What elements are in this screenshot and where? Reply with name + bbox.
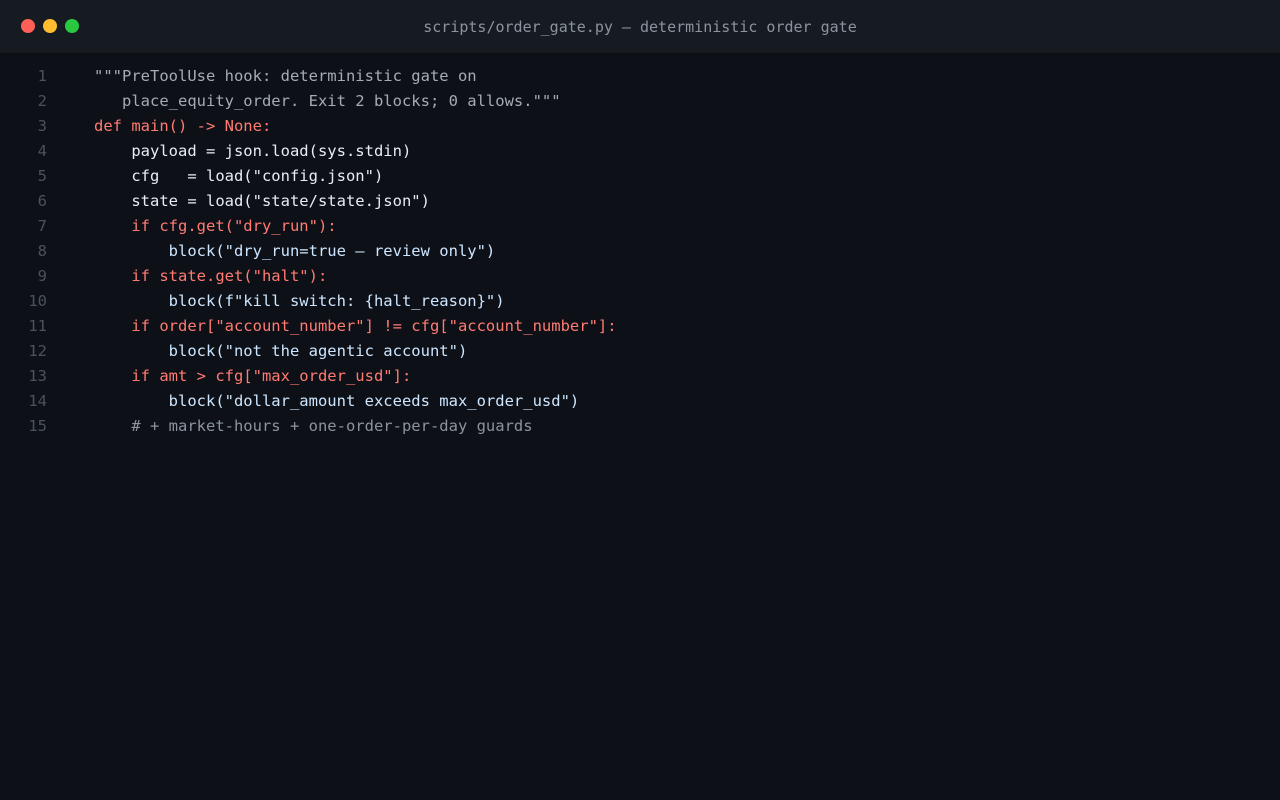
code-line[interactable]: 2 place_equity_order. Exit 2 blocks; 0 a…	[0, 89, 1280, 114]
window-title: scripts/order_gate.py — deterministic or…	[423, 18, 857, 36]
line-number: 13	[28, 367, 47, 385]
code-text: cfg = load("config.json")	[94, 167, 384, 185]
code-text: if cfg.get("dry_run"):	[94, 217, 337, 235]
code-text: if state.get("halt"):	[94, 267, 328, 285]
code-line[interactable]: 3 def main() -> None:	[0, 114, 1280, 139]
code-line[interactable]: 14 block("dollar_amount exceeds max_orde…	[0, 389, 1280, 414]
line-number: 9	[37, 267, 47, 285]
code-text: """PreToolUse hook: deterministic gate o…	[94, 67, 477, 85]
code-line[interactable]: 11 if order["account_number"] != cfg["ac…	[0, 314, 1280, 339]
code-line[interactable]: 8 block("dry_run=true — review only")	[0, 239, 1280, 264]
code-line[interactable]: 7 if cfg.get("dry_run"):	[0, 214, 1280, 239]
line-number: 10	[28, 292, 47, 310]
line-number: 8	[37, 242, 47, 260]
code-text: block(f"kill switch: {halt_reason}")	[94, 292, 505, 310]
title-bar: scripts/order_gate.py — deterministic or…	[0, 0, 1280, 54]
code-text: block("not the agentic account")	[94, 342, 468, 360]
code-line[interactable]: 13 if amt > cfg["max_order_usd"]:	[0, 364, 1280, 389]
code-text: state = load("state/state.json")	[94, 192, 430, 210]
line-number: 11	[28, 317, 47, 335]
code-line[interactable]: 4 payload = json.load(sys.stdin)	[0, 139, 1280, 164]
code-line[interactable]: 9 if state.get("halt"):	[0, 264, 1280, 289]
code-text: block("dry_run=true — review only")	[94, 242, 496, 260]
line-number: 5	[37, 167, 47, 185]
line-number: 14	[28, 392, 47, 410]
code-text: # + market-hours + one-order-per-day gua…	[94, 417, 533, 435]
line-number: 12	[28, 342, 47, 360]
code-line[interactable]: 10 block(f"kill switch: {halt_reason}")	[0, 289, 1280, 314]
code-text: if order["account_number"] != cfg["accou…	[94, 317, 617, 335]
code-line[interactable]: 6 state = load("state/state.json")	[0, 189, 1280, 214]
code-text: if amt > cfg["max_order_usd"]:	[94, 367, 412, 385]
code-line[interactable]: 5 cfg = load("config.json")	[0, 164, 1280, 189]
line-number: 7	[37, 217, 47, 235]
code-line[interactable]: 15 # + market-hours + one-order-per-day …	[0, 414, 1280, 439]
code-text: def main() -> None:	[94, 117, 272, 135]
code-line[interactable]: 12 block("not the agentic account")	[0, 339, 1280, 364]
line-number: 15	[28, 417, 47, 435]
code-text: place_equity_order. Exit 2 blocks; 0 all…	[94, 92, 561, 110]
code-text: payload = json.load(sys.stdin)	[94, 142, 412, 160]
code-editor[interactable]: 1 """PreToolUse hook: deterministic gate …	[0, 64, 1280, 439]
line-number: 6	[37, 192, 47, 210]
code-text: block("dollar_amount exceeds max_order_u…	[94, 392, 580, 410]
line-number: 4	[37, 142, 47, 160]
line-number: 3	[37, 117, 47, 135]
editor-window: scripts/order_gate.py — deterministic or…	[0, 0, 1280, 800]
line-number: 1	[37, 67, 47, 85]
code-line[interactable]: 1 """PreToolUse hook: deterministic gate …	[0, 64, 1280, 89]
line-number: 2	[37, 92, 47, 110]
